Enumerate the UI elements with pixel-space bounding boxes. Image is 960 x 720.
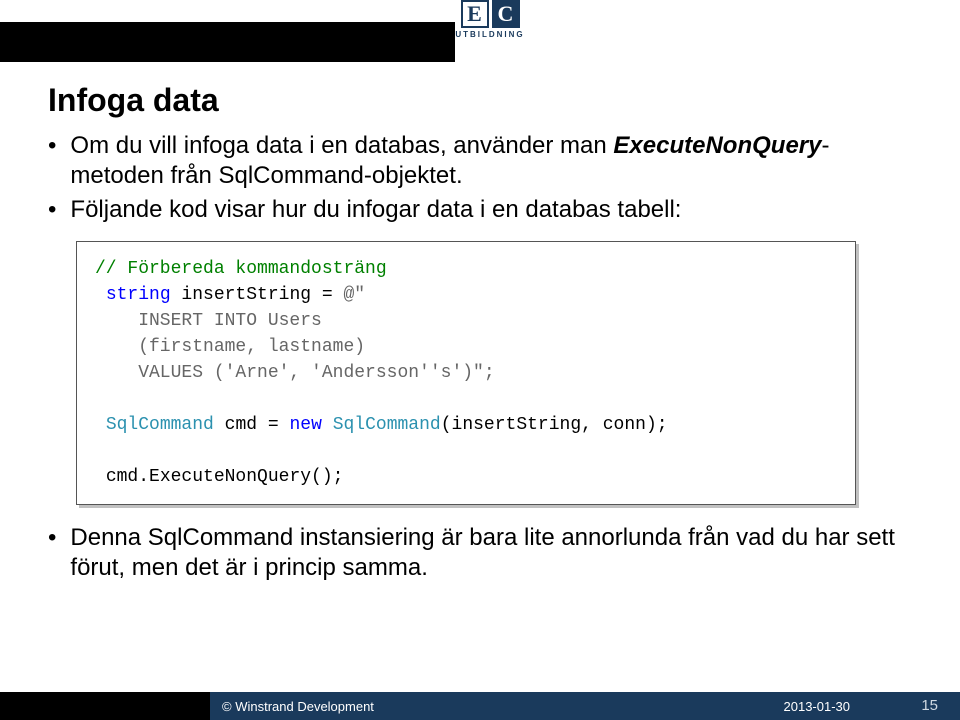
code-kw-new: new (289, 415, 321, 435)
code-str-l3: VALUES ('Arne', 'Andersson''s')"; (95, 360, 837, 386)
bullet-dot: • (48, 195, 56, 225)
bullet-2-text: Följande kod visar hur du infogar data i… (70, 195, 681, 225)
footer-black-segment (0, 692, 210, 720)
bullet-1b: ExecuteNonQuery (613, 132, 821, 159)
footer-blue-segment: © Winstrand Development 2013-01-30 15 (210, 692, 960, 720)
code-space (322, 415, 333, 435)
code-str-l2: (firstname, lastname) (95, 334, 837, 360)
code-paren: (insertString, conn); (441, 415, 668, 435)
logo-letter-c: C (492, 0, 520, 28)
code-kw-string: string (106, 285, 171, 305)
logo-letter-e: E (461, 0, 489, 28)
logo-subtitle: UTBILDNING (455, 30, 524, 39)
logo: E C UTBILDNING (448, 0, 532, 62)
bullet-dot: • (48, 523, 56, 553)
footer: © Winstrand Development 2013-01-30 15 (0, 692, 960, 720)
bullet-2: • Följande kod visar hur du infogar data… (48, 195, 912, 225)
bullet-1a: Om du vill infoga data i en databas, anv… (70, 132, 613, 159)
footer-page-number: 15 (921, 697, 938, 714)
code-comment: // Förbereda kommandosträng (95, 259, 387, 279)
code-mid1: cmd = (214, 415, 290, 435)
bullet-1: • Om du vill infoga data i en databas, a… (48, 131, 912, 191)
code-block: // Förbereda kommandosträng string inser… (76, 241, 856, 505)
code-type-2: SqlCommand (333, 415, 441, 435)
slide-content: Infoga data • Om du vill infoga data i e… (48, 82, 912, 587)
bullet-3-text: Denna SqlCommand instansiering är bara l… (70, 523, 912, 583)
bullet-dot: • (48, 131, 56, 161)
footer-copyright: © Winstrand Development (222, 699, 374, 714)
bullet-1-text: Om du vill infoga data i en databas, anv… (70, 131, 912, 191)
code-exec: cmd.ExecuteNonQuery(); (106, 467, 344, 487)
bullet-3: • Denna SqlCommand instansiering är bara… (48, 523, 912, 583)
logo-mark: E C (461, 0, 520, 28)
footer-date: 2013-01-30 (784, 699, 851, 714)
header-black-bar (0, 22, 455, 62)
code-type-1: SqlCommand (106, 415, 214, 435)
slide-title: Infoga data (48, 82, 912, 119)
code-var: insertString = (171, 285, 344, 305)
code-str-l1: INSERT INTO Users (95, 308, 837, 334)
code-str-at: @" (343, 285, 365, 305)
